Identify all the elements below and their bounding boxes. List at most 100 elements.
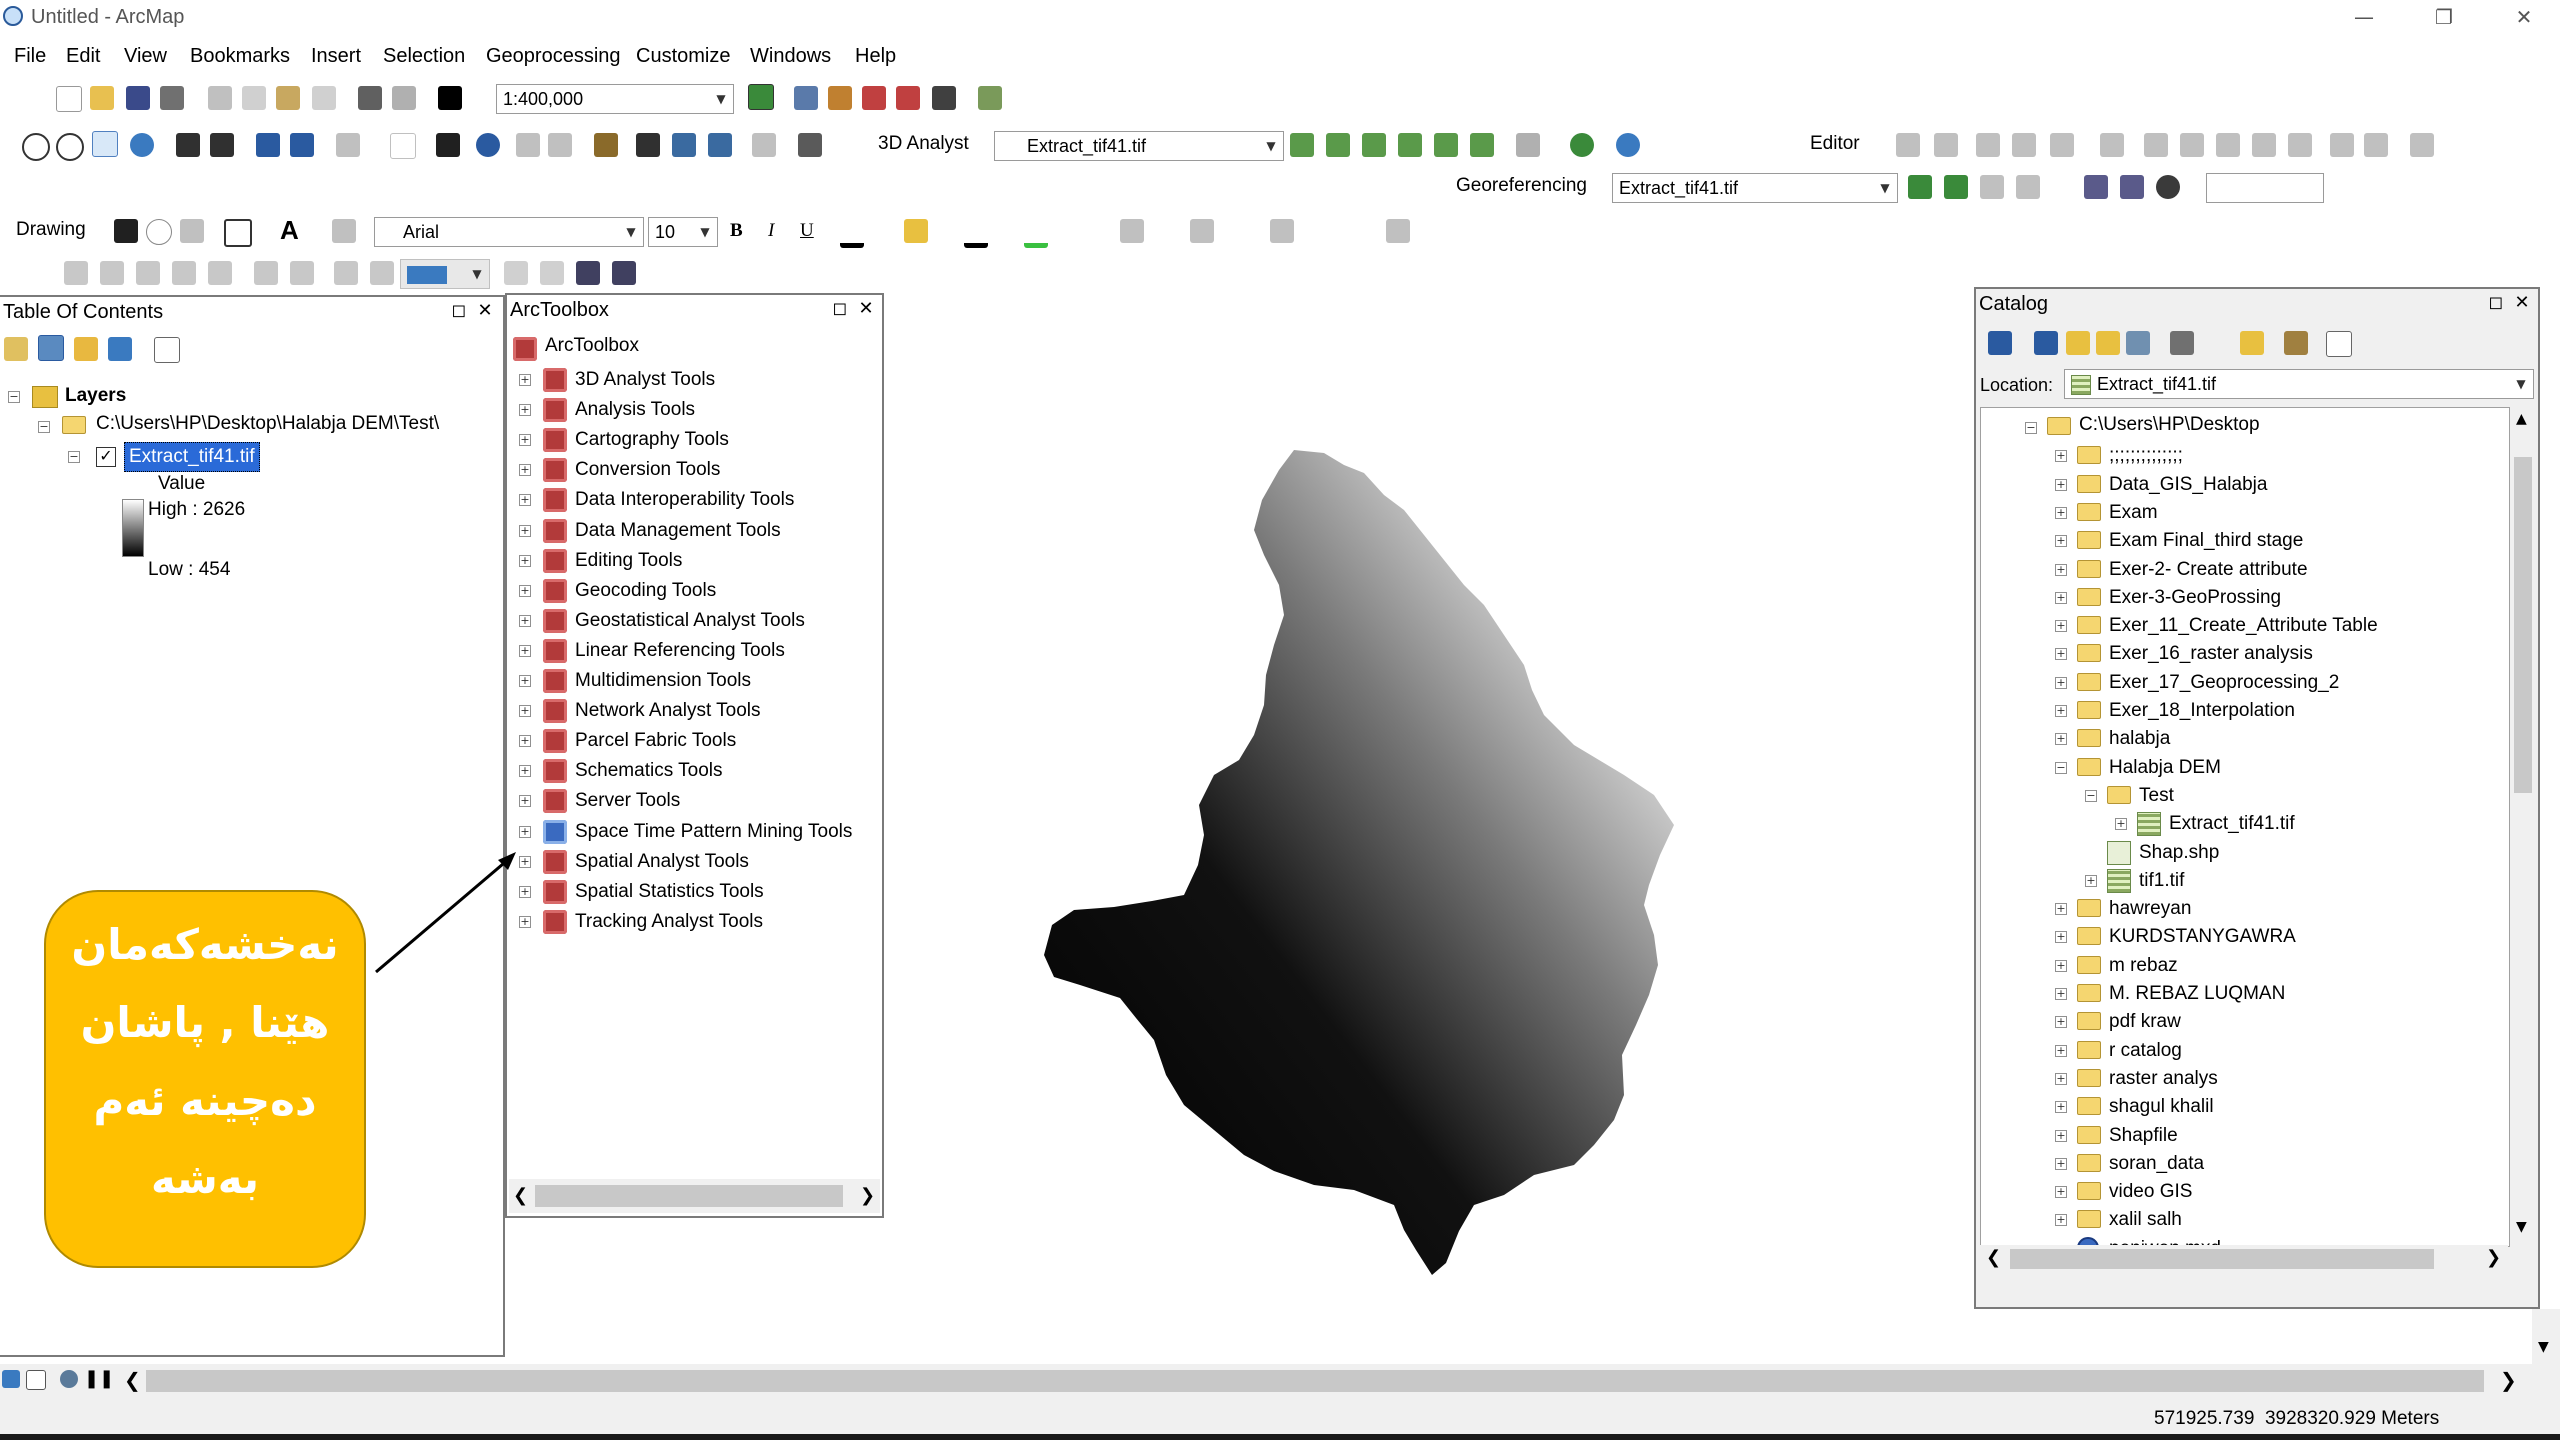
toggle-draft-icon[interactable] [334, 261, 358, 285]
toolbox-item[interactable]: 3D Analyst Tools [575, 365, 715, 395]
toolbox-item[interactable]: Parcel Fabric Tools [575, 726, 736, 756]
zoom-100-icon[interactable] [172, 261, 196, 285]
catalog-folder[interactable]: halabja [2109, 725, 2170, 753]
rotate-element-icon[interactable] [146, 219, 172, 245]
save-icon[interactable] [126, 86, 150, 110]
toc-folder-path[interactable]: C:\Users\HP\Desktop\Halabja DEM\Test\ [96, 413, 439, 435]
toolbox-expand-toggle[interactable]: + [519, 735, 531, 748]
catalog-options-icon[interactable] [2326, 331, 2352, 357]
layout-zoom-to-page-icon[interactable] [208, 261, 232, 285]
measure-icon[interactable] [594, 133, 618, 157]
menu-windows[interactable]: Windows [750, 45, 831, 68]
catalog-back-icon[interactable] [1988, 331, 2012, 355]
toolbox-item[interactable]: Network Analyst Tools [575, 696, 761, 726]
toc-close-button[interactable]: ✕ [475, 299, 495, 323]
layer-visibility-checkbox[interactable]: ✓ [96, 447, 116, 467]
toolbox-expand-toggle[interactable]: + [519, 644, 531, 657]
catalog-scroll-left[interactable]: ❮ [1986, 1247, 2001, 1268]
map-hscroll-thumb[interactable] [146, 1370, 2484, 1392]
focus-data-frame-icon[interactable] [370, 261, 394, 285]
add-data-icon[interactable] [438, 86, 462, 110]
zoom-whole-page-icon[interactable] [180, 219, 204, 243]
catalog-folder[interactable]: M. REBAZ LUQMAN [2109, 980, 2285, 1008]
tree-expand-toggle[interactable]: + [2055, 1157, 2067, 1170]
toolbox-item[interactable]: Space Time Pattern Mining Tools [575, 817, 852, 847]
tree-expand-toggle[interactable]: + [2085, 874, 2097, 887]
list-by-drawing-order-icon[interactable] [4, 337, 28, 361]
georeferencing-layer-combo[interactable]: Extract_tif41.tif ▼ [1612, 173, 1898, 203]
straight-segment-icon[interactable] [1976, 133, 2000, 157]
arcglobe-icon[interactable] [1616, 133, 1640, 157]
reshape-icon[interactable] [2180, 133, 2204, 157]
catalog-folder[interactable]: Exer_18_Interpolation [2109, 697, 2295, 725]
identify-icon[interactable] [476, 133, 500, 157]
list-by-source-icon[interactable] [38, 335, 64, 361]
catalog-folder[interactable]: Exer_11_Create_Attribute Table [2109, 612, 2378, 640]
menu-file[interactable]: File [14, 45, 46, 68]
catalog-folder[interactable]: video GIS [2109, 1178, 2192, 1206]
end-point-arc-icon[interactable] [2012, 133, 2036, 157]
catalog-folder[interactable]: hawreyan [2109, 895, 2191, 923]
delete-icon[interactable] [312, 86, 336, 110]
distribute-icon[interactable] [1386, 219, 1410, 243]
catalog-folder[interactable]: Exam [2109, 499, 2158, 527]
catalog-folder[interactable]: ;;;;;;;;;;;;;; [2109, 442, 2183, 470]
toolbox-item[interactable]: Spatial Statistics Tools [575, 877, 764, 907]
create-graph-icon[interactable] [1516, 133, 1540, 157]
toolbox-expand-toggle[interactable]: + [519, 374, 531, 386]
arctoolbox-hscrollbar[interactable]: ❮ ❯ [509, 1179, 880, 1213]
zoom-in-icon[interactable] [22, 133, 50, 161]
toolbox-item[interactable]: Spatial Analyst Tools [575, 847, 749, 877]
catalog-scroll-right[interactable]: ❯ [2486, 1247, 2501, 1268]
catalog-folder[interactable]: raster analys [2109, 1065, 2218, 1093]
toolbox-item[interactable]: Geocoding Tools [575, 576, 716, 606]
toc-window-icon[interactable] [794, 86, 818, 110]
italic-button[interactable]: I [768, 220, 774, 242]
tree-expand-toggle[interactable]: + [2055, 1186, 2067, 1199]
arctoolbox-autohide-button[interactable]: ◻ [830, 297, 850, 321]
catalog-root[interactable]: C:\Users\HP\Desktop [2079, 414, 2260, 442]
clear-selection-icon[interactable] [390, 133, 416, 159]
catalog-close-button[interactable]: ✕ [2512, 291, 2532, 315]
toc-autohide-button[interactable]: ◻ [449, 299, 469, 323]
trace-icon[interactable] [2050, 133, 2074, 157]
interpolate-line-icon[interactable] [1434, 133, 1458, 157]
underline-button[interactable]: U [800, 220, 814, 242]
tree-expand-toggle[interactable]: + [2055, 1072, 2067, 1085]
font-size-combo[interactable]: 10 ▼ [648, 217, 718, 247]
interpolate-point-icon[interactable] [1398, 133, 1422, 157]
auto-registration-icon[interactable] [2156, 175, 2180, 199]
toolbox-item[interactable]: Multidimension Tools [575, 666, 751, 696]
catalog-new-folder-icon[interactable] [2240, 331, 2264, 355]
viewer-icon[interactable] [2120, 175, 2144, 199]
tree-expand-toggle[interactable]: + [2055, 1101, 2067, 1114]
folder-collapse-toggle[interactable]: − [38, 421, 50, 433]
list-by-visibility-icon[interactable] [74, 337, 98, 361]
undo-icon[interactable] [358, 86, 382, 110]
catalog-folder[interactable]: Test [2139, 782, 2174, 810]
catalog-hscroll-thumb[interactable] [2010, 1249, 2434, 1269]
tree-expand-toggle[interactable]: + [2055, 1044, 2067, 1057]
toolbox-expand-toggle[interactable]: + [519, 524, 531, 537]
data-view-icon[interactable] [2, 1370, 20, 1388]
menu-selection[interactable]: Selection [383, 45, 465, 68]
minimize-button[interactable]: — [2338, 2, 2390, 32]
toolbox-expand-toggle[interactable]: + [519, 675, 531, 687]
tree-expand-toggle[interactable]: + [2055, 620, 2067, 633]
toolbox-expand-toggle[interactable]: + [519, 494, 531, 507]
attributes-icon[interactable] [2330, 133, 2354, 157]
open-icon[interactable] [90, 86, 114, 110]
layout-view-icon[interactable] [26, 1370, 46, 1390]
toolbox-expand-toggle[interactable]: + [519, 464, 531, 477]
catalog-folder[interactable]: Exam Final_third stage [2109, 527, 2303, 555]
menu-help[interactable]: Help [855, 45, 896, 68]
tree-expand-toggle[interactable]: + [2055, 535, 2067, 548]
edit-tool-icon[interactable] [1896, 133, 1920, 157]
toolbox-expand-toggle[interactable]: + [519, 614, 531, 627]
toolbox-item[interactable]: Server Tools [575, 786, 680, 816]
map-scroll-right[interactable]: ❯ [2500, 1368, 2517, 1392]
catalog-raster[interactable]: tif1.tif [2139, 867, 2184, 895]
catalog-up-icon[interactable] [2066, 331, 2090, 355]
tree-expand-toggle[interactable]: + [2115, 818, 2127, 831]
close-button[interactable]: ✕ [2498, 2, 2550, 32]
